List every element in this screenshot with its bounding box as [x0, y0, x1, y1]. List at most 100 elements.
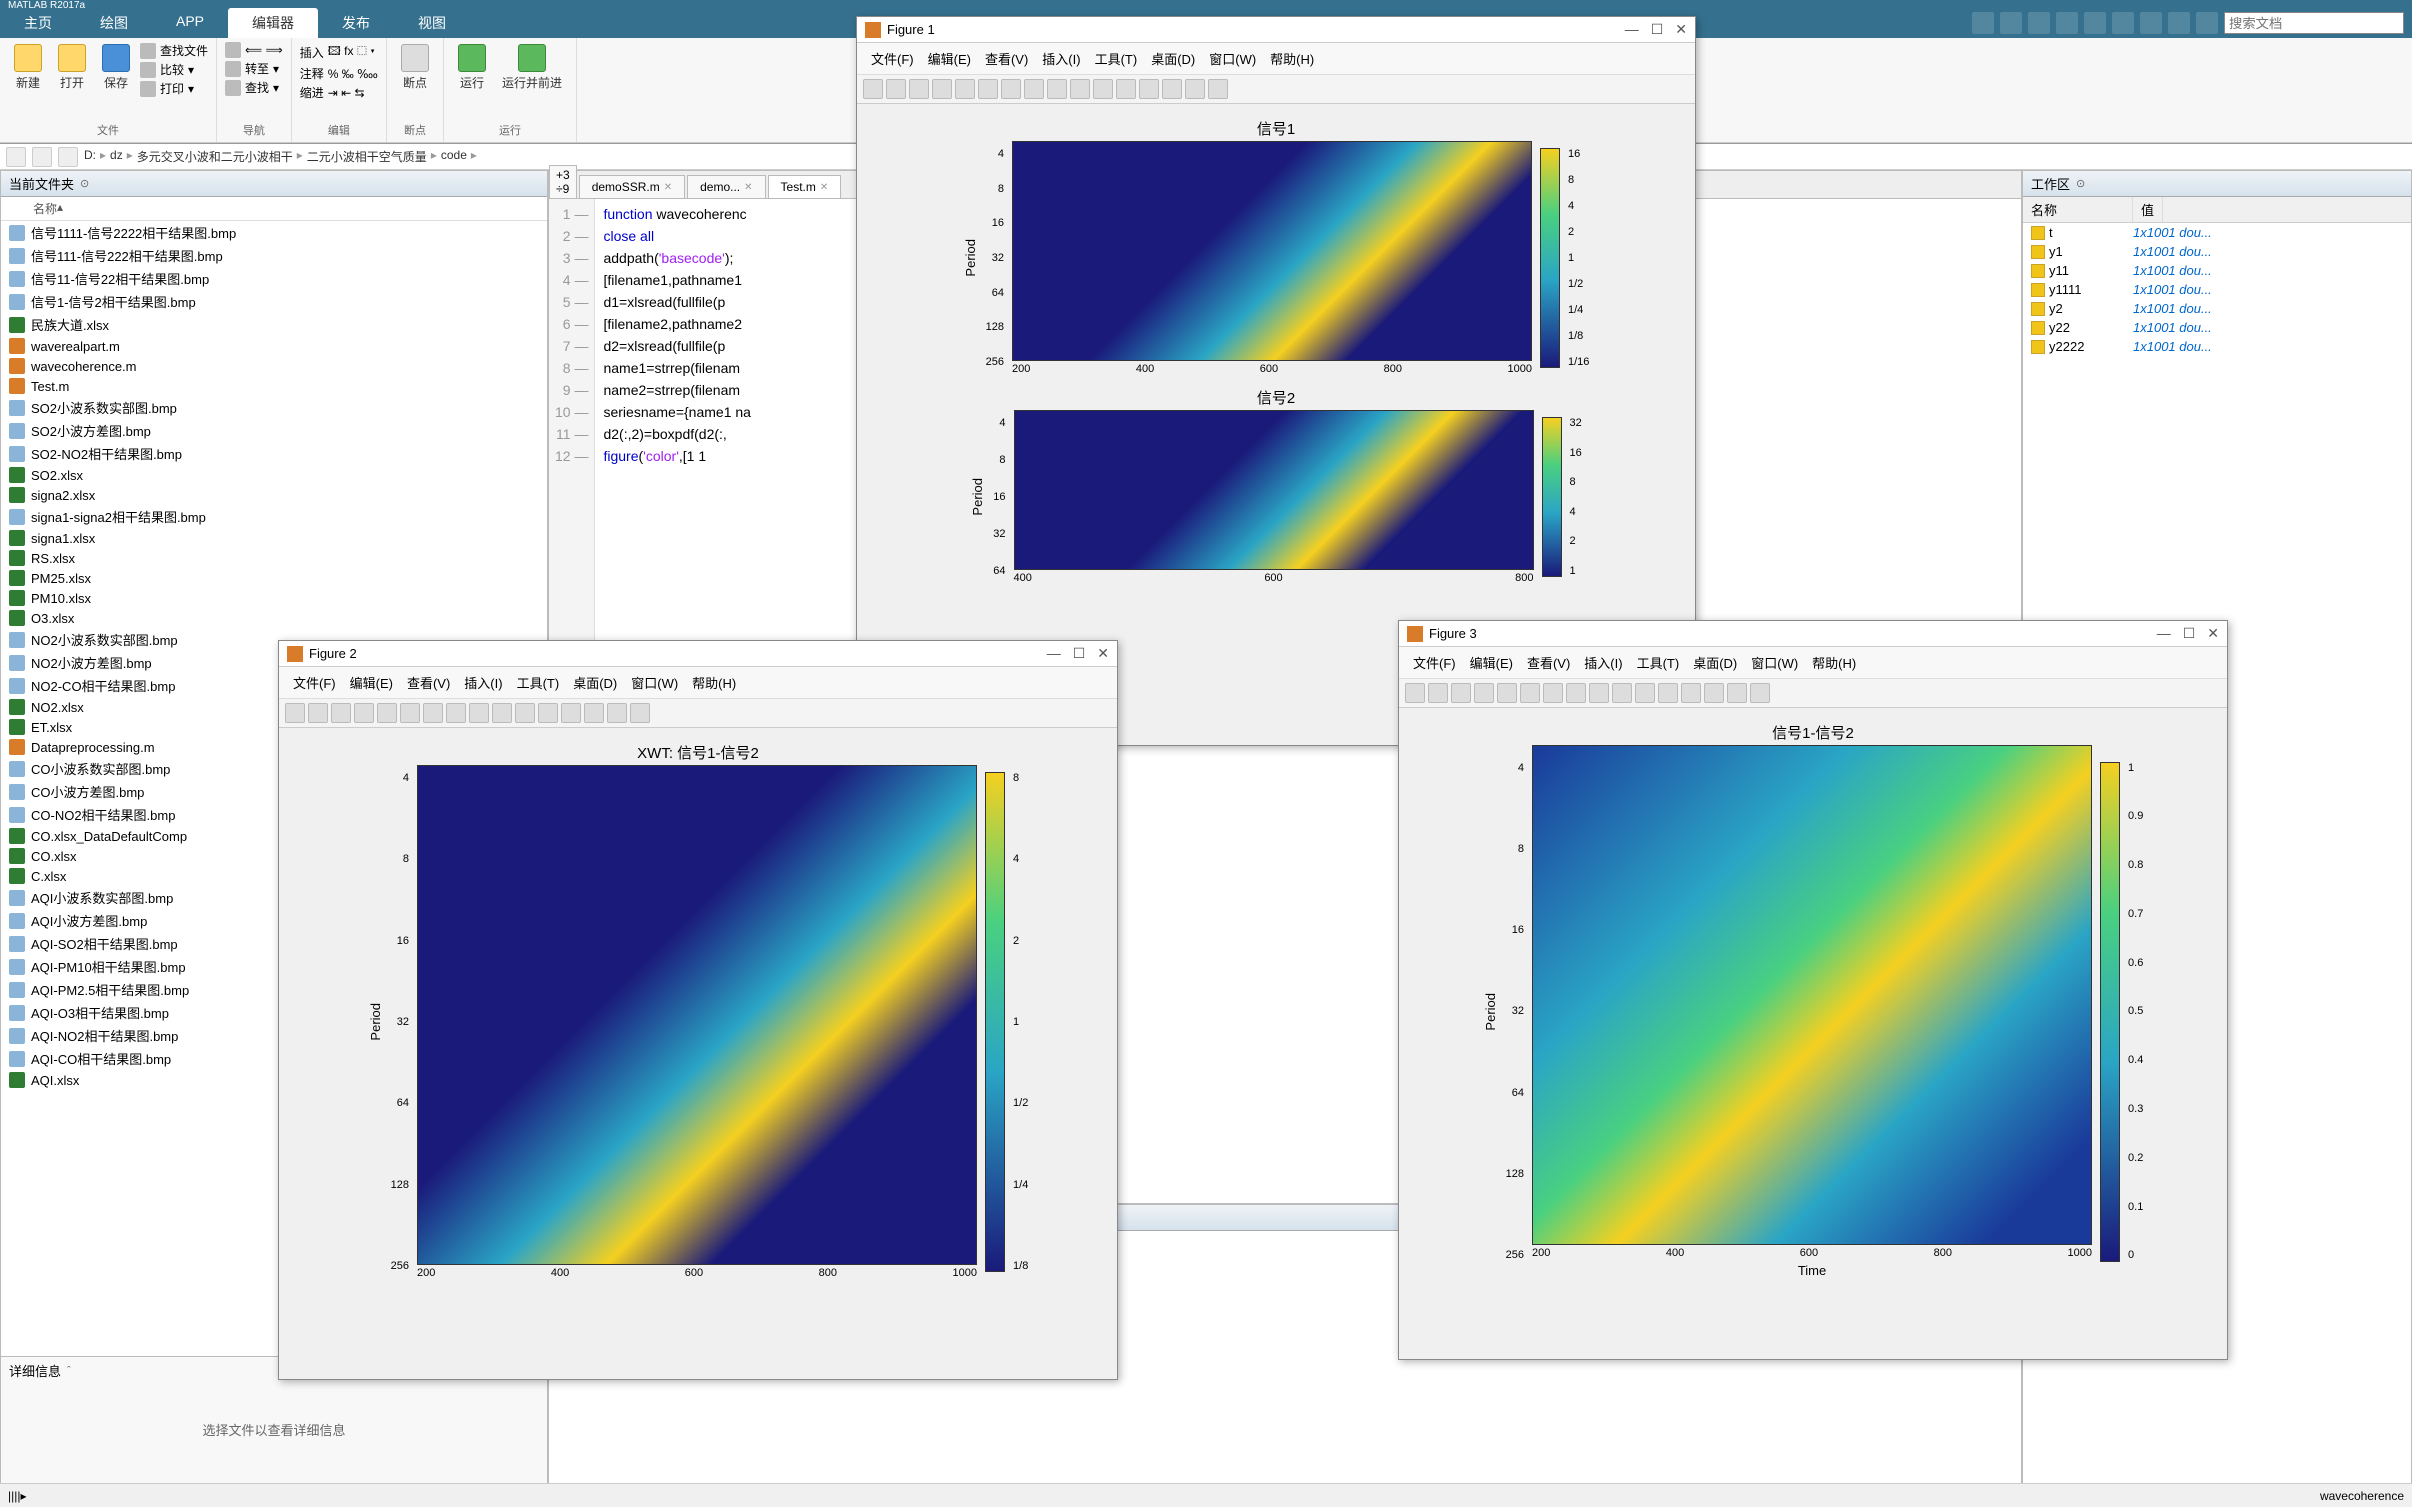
- file-item[interactable]: O3.xlsx: [1, 608, 547, 628]
- qa-icon[interactable]: [2084, 12, 2106, 34]
- qa-icon[interactable]: [2112, 12, 2134, 34]
- editor-tab[interactable]: demoSSR.m ✕: [579, 175, 685, 198]
- menu-item[interactable]: 桌面(D): [1145, 47, 1201, 70]
- file-item[interactable]: signa1-signa2相干结果图.bmp: [1, 505, 547, 528]
- figure-3-window[interactable]: Figure 3 —☐✕ 文件(F)编辑(E)查看(V)插入(I)工具(T)桌面…: [1398, 620, 2228, 1360]
- scalogram-plot[interactable]: [1014, 410, 1534, 570]
- workspace-var[interactable]: y11x1001 dou...: [2023, 242, 2411, 261]
- menu-item[interactable]: 编辑(E): [922, 47, 977, 70]
- toolbar-icon[interactable]: [1024, 79, 1044, 99]
- toolbar-icon[interactable]: [1093, 79, 1113, 99]
- toolbar-icon[interactable]: [1612, 683, 1632, 703]
- toolbar-icon[interactable]: [1543, 683, 1563, 703]
- run-advance-button[interactable]: 运行并前进: [496, 42, 568, 93]
- toolbar-icon[interactable]: [1208, 79, 1228, 99]
- colorbar[interactable]: [985, 772, 1005, 1272]
- toolbar-icon[interactable]: [1520, 683, 1540, 703]
- run-button[interactable]: 运行: [452, 42, 492, 93]
- workspace-var[interactable]: y11111x1001 dou...: [2023, 280, 2411, 299]
- file-item[interactable]: 信号1-信号2相干结果图.bmp: [1, 290, 547, 313]
- toolstrip-tab[interactable]: 绘图: [76, 8, 152, 38]
- goto-button[interactable]: 转至 ▾: [225, 60, 283, 77]
- compare-button[interactable]: 比较 ▾: [140, 61, 208, 78]
- close-button[interactable]: ✕: [1097, 645, 1109, 662]
- workspace-var[interactable]: y111x1001 dou...: [2023, 261, 2411, 280]
- qa-icon[interactable]: [2028, 12, 2050, 34]
- breadcrumb[interactable]: D: ▸ dz ▸ 多元交叉小波和二元小波相干 ▸ 二元小波相干空气质量 ▸ c…: [84, 148, 477, 165]
- toolbar-icon[interactable]: [1185, 79, 1205, 99]
- file-item[interactable]: signa1.xlsx: [1, 528, 547, 548]
- file-item[interactable]: 民族大道.xlsx: [1, 313, 547, 336]
- indent-button[interactable]: 缩进 ⇥ ⇤ ⇆: [300, 84, 378, 101]
- toolbar-icon[interactable]: [1658, 683, 1678, 703]
- toolbar-icon[interactable]: [1428, 683, 1448, 703]
- menu-item[interactable]: 工具(T): [1089, 47, 1144, 70]
- toolbar-icon[interactable]: [446, 703, 466, 723]
- toolbar-icon[interactable]: [1070, 79, 1090, 99]
- fwd-button[interactable]: [32, 147, 52, 167]
- colorbar[interactable]: [1540, 148, 1560, 368]
- toolbar-icon[interactable]: [400, 703, 420, 723]
- col-name[interactable]: 名称: [33, 200, 57, 217]
- qa-icon[interactable]: [2056, 12, 2078, 34]
- maximize-button[interactable]: ☐: [1073, 645, 1086, 662]
- save-button[interactable]: 保存: [96, 42, 136, 97]
- toolbar-icon[interactable]: [932, 79, 952, 99]
- menu-item[interactable]: 文件(F): [1407, 651, 1462, 674]
- toolbar-icon[interactable]: [538, 703, 558, 723]
- menu-item[interactable]: 工具(T): [1631, 651, 1686, 674]
- menu-item[interactable]: 插入(I): [1578, 651, 1628, 674]
- figure-menubar[interactable]: 文件(F)编辑(E)查看(V)插入(I)工具(T)桌面(D)窗口(W)帮助(H): [279, 667, 1117, 699]
- menu-item[interactable]: 帮助(H): [1806, 651, 1862, 674]
- menu-item[interactable]: 桌面(D): [1687, 651, 1743, 674]
- menu-item[interactable]: 桌面(D): [567, 671, 623, 694]
- toolbar-icon[interactable]: [354, 703, 374, 723]
- coherence-plot[interactable]: [1532, 745, 2092, 1245]
- menu-item[interactable]: 帮助(H): [686, 671, 742, 694]
- toolstrip-tab[interactable]: APP: [152, 8, 228, 38]
- toolbar-icon[interactable]: [469, 703, 489, 723]
- file-item[interactable]: SO2小波方差图.bmp: [1, 419, 547, 442]
- toolbar-icon[interactable]: [308, 703, 328, 723]
- toolbar-icon[interactable]: [1162, 79, 1182, 99]
- toolbar-icon[interactable]: [1589, 683, 1609, 703]
- file-item[interactable]: RS.xlsx: [1, 548, 547, 568]
- menu-item[interactable]: 查看(V): [1521, 651, 1576, 674]
- workspace-var[interactable]: y22221x1001 dou...: [2023, 337, 2411, 356]
- menu-item[interactable]: 文件(F): [287, 671, 342, 694]
- toolbar-icon[interactable]: [886, 79, 906, 99]
- toolbar-icon[interactable]: [1497, 683, 1517, 703]
- qa-icon[interactable]: [2000, 12, 2022, 34]
- maximize-button[interactable]: ☐: [2183, 625, 2196, 642]
- toolbar-icon[interactable]: [909, 79, 929, 99]
- workspace-var[interactable]: y221x1001 dou...: [2023, 318, 2411, 337]
- comment-button[interactable]: 注释 % ‰ ‱: [300, 65, 378, 82]
- menu-item[interactable]: 窗口(W): [1745, 651, 1804, 674]
- toolbar-icon[interactable]: [1451, 683, 1471, 703]
- colorbar[interactable]: [1542, 417, 1562, 577]
- toolbar-icon[interactable]: [1566, 683, 1586, 703]
- open-button[interactable]: 打开: [52, 42, 92, 97]
- toolbar-icon[interactable]: [1001, 79, 1021, 99]
- editor-tab[interactable]: Test.m ✕: [768, 175, 842, 198]
- file-item[interactable]: 信号111-信号222相干结果图.bmp: [1, 244, 547, 267]
- xwt-plot[interactable]: [417, 765, 977, 1265]
- findfiles-button[interactable]: 查找文件: [140, 42, 208, 59]
- minimize-button[interactable]: —: [2157, 625, 2171, 642]
- back-button[interactable]: [6, 147, 26, 167]
- figure-menubar[interactable]: 文件(F)编辑(E)查看(V)插入(I)工具(T)桌面(D)窗口(W)帮助(H): [857, 43, 1695, 75]
- file-item[interactable]: signa2.xlsx: [1, 485, 547, 505]
- breakpoint-button[interactable]: 断点: [395, 42, 435, 93]
- tab-close[interactable]: ✕: [820, 182, 828, 193]
- toolbar-icon[interactable]: [1405, 683, 1425, 703]
- toolbar-icon[interactable]: [1139, 79, 1159, 99]
- toolstrip-tab[interactable]: 编辑器: [228, 8, 318, 38]
- close-button[interactable]: ✕: [1675, 21, 1687, 38]
- toolbar-icon[interactable]: [492, 703, 512, 723]
- colorbar[interactable]: [2100, 762, 2120, 1262]
- file-item[interactable]: Test.m: [1, 376, 547, 396]
- menu-item[interactable]: 编辑(E): [1464, 651, 1519, 674]
- menu-item[interactable]: 插入(I): [1036, 47, 1086, 70]
- ws-col-name[interactable]: 名称: [2023, 197, 2133, 222]
- ws-col-value[interactable]: 值: [2133, 197, 2163, 222]
